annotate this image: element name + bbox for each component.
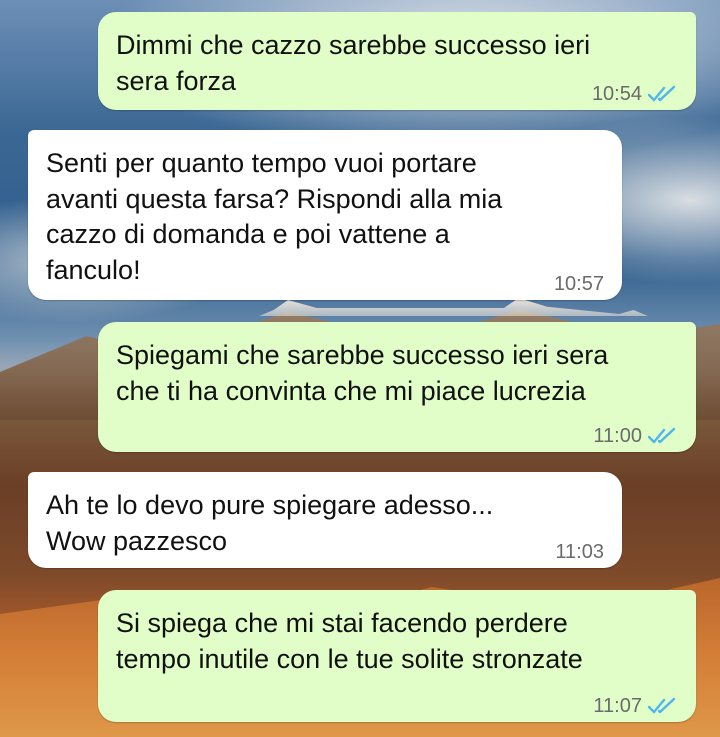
- message-meta: 10:54: [592, 84, 678, 104]
- chat-message-list[interactable]: Dimmi che cazzo sarebbe successo ieri se…: [0, 0, 720, 737]
- message-time: 11:03: [555, 541, 604, 563]
- message-text: Senti per quanto tempo vuoi portare avan…: [46, 148, 503, 285]
- message-meta: 11:00: [593, 426, 678, 446]
- message-time: 11:07: [593, 695, 642, 717]
- message-time: 10:54: [591, 83, 642, 105]
- message-bubble-incoming[interactable]: Senti per quanto tempo vuoi portare avan…: [28, 130, 622, 300]
- double-check-read-icon: [648, 427, 676, 444]
- message-meta: 11:07: [593, 696, 678, 716]
- message-bubble-outgoing[interactable]: Spiegami che sarebbe successo ieri sera …: [98, 322, 696, 452]
- double-check-read-icon: [648, 697, 676, 714]
- message-meta: 11:03: [555, 542, 604, 562]
- message-text: Si spiega che mi stai facendo perdere te…: [116, 608, 583, 674]
- message-text: Ah te lo devo pure spiegare adesso... Wo…: [46, 490, 494, 556]
- message-bubble-incoming[interactable]: Ah te lo devo pure spiegare adesso... Wo…: [28, 472, 622, 568]
- message-meta: 10:57: [554, 274, 604, 294]
- message-text: Spiegami che sarebbe successo ieri sera …: [116, 340, 609, 406]
- message-bubble-outgoing[interactable]: Dimmi che cazzo sarebbe successo ieri se…: [98, 12, 696, 110]
- message-bubble-outgoing[interactable]: Si spiega che mi stai facendo perdere te…: [98, 590, 696, 722]
- message-time: 11:00: [593, 425, 642, 447]
- double-check-read-icon: [648, 85, 676, 102]
- message-time: 10:57: [553, 273, 604, 295]
